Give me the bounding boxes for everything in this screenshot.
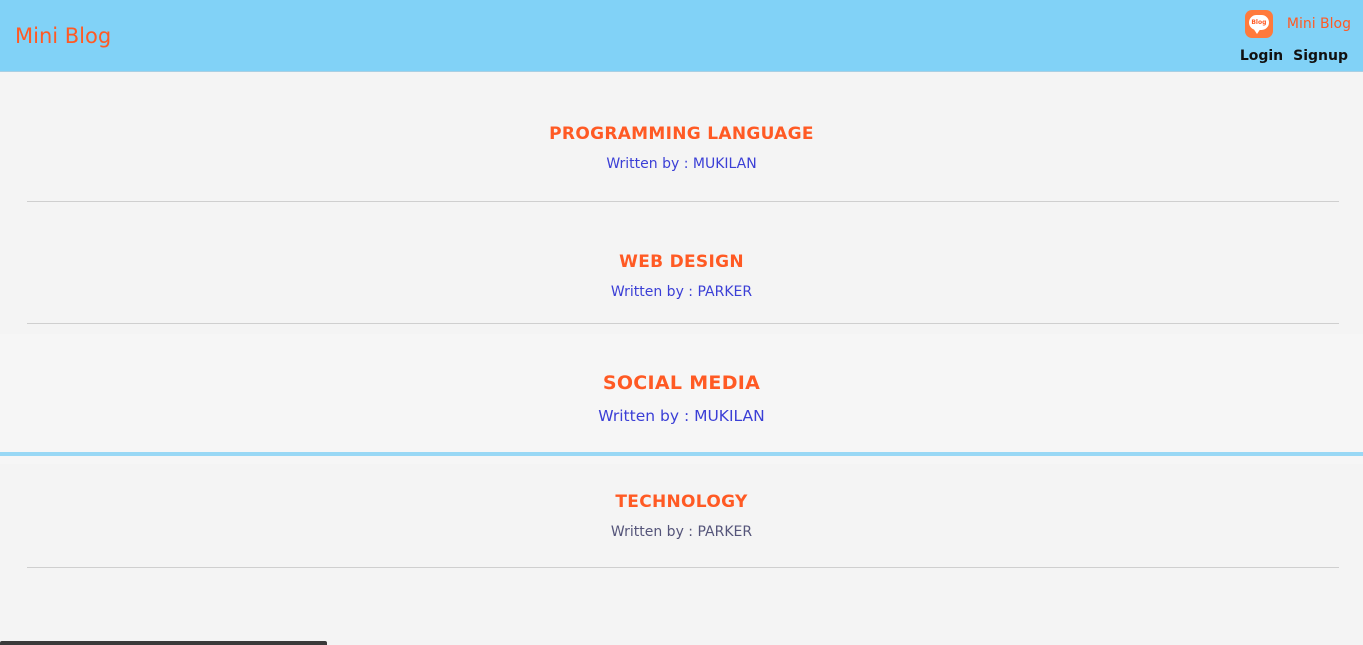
post-author: Written by : PARKER <box>610 284 753 300</box>
horizontal-scrollbar[interactable] <box>0 641 327 645</box>
signup-link[interactable]: Signup <box>1293 46 1348 66</box>
post-divider <box>27 323 1339 324</box>
logo-bubble-tail <box>1252 28 1261 34</box>
post-author: Written by : PARKER <box>610 524 753 540</box>
post-title[interactable]: TECHNOLOGY <box>615 492 747 512</box>
post-item: TECHNOLOGY Written by : PARKER <box>0 456 1363 568</box>
post-list: PROGRAMMING LANGUAGE Written by : MUKILA… <box>0 72 1363 568</box>
post-author: Written by : MUKILAN <box>598 407 765 425</box>
post-item: SOCIAL MEDIA Written by : MUKILAN <box>0 334 1363 464</box>
post-title[interactable]: SOCIAL MEDIA <box>603 372 760 394</box>
post-title[interactable]: WEB DESIGN <box>619 252 744 272</box>
post-divider <box>27 567 1339 568</box>
logo-icon-text: Blog <box>1251 19 1267 26</box>
brand-link[interactable]: Mini Blog <box>15 22 111 50</box>
login-link[interactable]: Login <box>1240 46 1283 66</box>
logo-name: Mini Blog <box>1286 16 1351 32</box>
post-title[interactable]: PROGRAMMING LANGUAGE <box>549 124 814 144</box>
blog-logo-icon: Blog <box>1244 10 1273 38</box>
logo-area[interactable]: Blog Mini Blog <box>1244 10 1351 38</box>
post-item: WEB DESIGN Written by : PARKER <box>0 202 1363 324</box>
post-author: Written by : MUKILAN <box>606 156 757 172</box>
site-header: Mini Blog Blog Mini Blog Login Signup <box>0 0 1363 72</box>
auth-links: Login Signup <box>1240 46 1348 66</box>
post-item: PROGRAMMING LANGUAGE Written by : MUKILA… <box>0 72 1363 202</box>
